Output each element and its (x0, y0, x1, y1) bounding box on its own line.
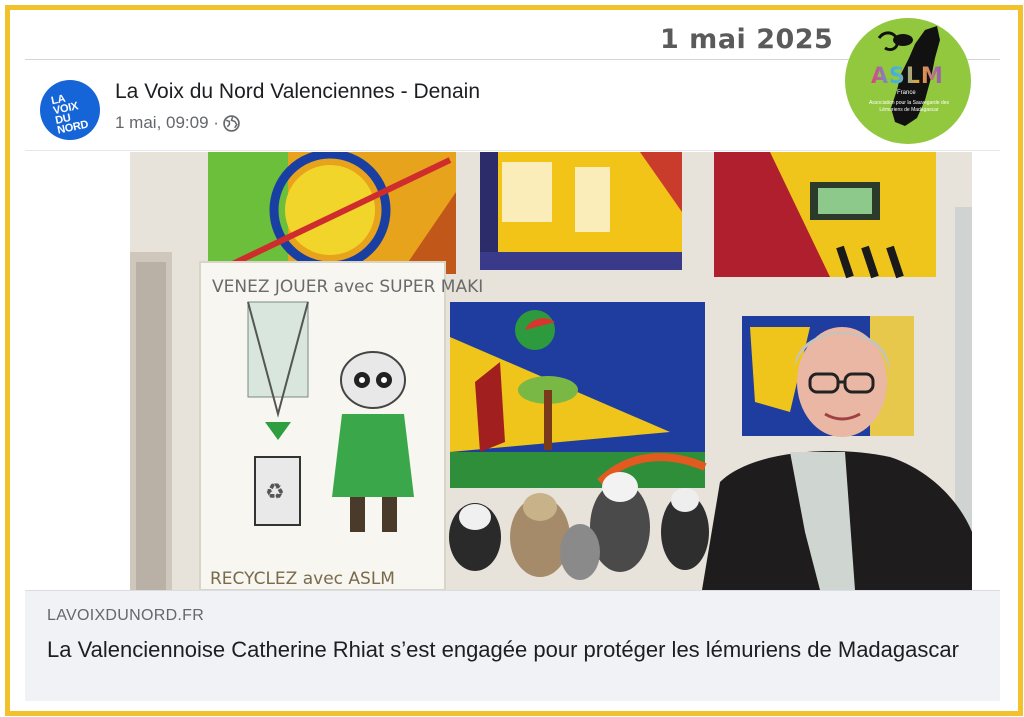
board-bottom-text: RECYCLEZ avec ASLM (210, 569, 395, 589)
post-photo[interactable]: VENEZ JOUER avec SUPER MAKI ♻ RECYCLEZ a… (130, 152, 972, 590)
painting (450, 302, 707, 488)
link-preview[interactable]: LAVOIXDUNORD.FR La Valenciennoise Cather… (25, 590, 1000, 701)
globe-icon[interactable] (223, 114, 240, 132)
divider (25, 150, 1000, 151)
svg-text:♻: ♻ (265, 479, 285, 504)
date-label: 1 mai 2025 (660, 24, 834, 55)
aslm-tagline: Association pour la Sauvegarde des Lémur… (868, 100, 950, 113)
link-domain: LAVOIXDUNORD.FR (47, 607, 205, 624)
aslm-logo-text: ASLM (871, 64, 944, 89)
painting (714, 152, 936, 279)
link-title[interactable]: La Valenciennoise Catherine Rhiat s’est … (47, 635, 987, 664)
page-name[interactable]: La Voix du Nord Valenciennes - Denain (115, 80, 480, 104)
avatar-text: LA VOIX DU NORD (50, 92, 90, 137)
painting (480, 152, 682, 270)
aslm-country: France (897, 90, 916, 96)
post-timestamp[interactable]: 1 mai, 09:09 · (115, 113, 219, 133)
aslm-logo: ASLM France Association pour la Sauvegar… (845, 18, 971, 144)
board-top-text: VENEZ JOUER avec SUPER MAKI (212, 277, 483, 297)
recycle-board: VENEZ JOUER avec SUPER MAKI ♻ RECYCLEZ a… (199, 261, 483, 590)
page-avatar[interactable]: LA VOIX DU NORD (40, 80, 100, 140)
post-meta: 1 mai, 09:09 · (115, 113, 240, 133)
painting (208, 152, 456, 274)
